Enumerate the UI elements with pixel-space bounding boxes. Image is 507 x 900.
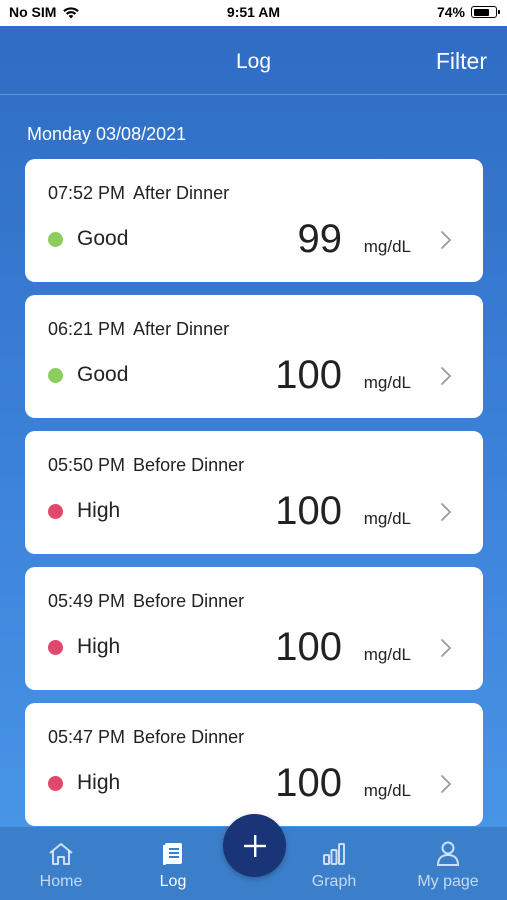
battery-fill — [473, 8, 490, 16]
entry-time-row: 05:49 PM Before Dinner — [48, 591, 244, 612]
glucose-unit: mg/dL — [363, 509, 411, 528]
entry-time: 05:47 PM — [48, 727, 126, 747]
date-header: Monday 03/08/2021 — [27, 124, 187, 144]
home-icon — [47, 841, 75, 867]
glucose-unit: mg/dL — [363, 781, 411, 800]
entry-time: 07:52 PM — [48, 183, 126, 203]
glucose-value: 99 — [297, 217, 343, 261]
status-label: High — [77, 635, 121, 658]
glucose-value: 100 — [275, 761, 342, 805]
chevron-right-icon — [441, 639, 451, 657]
status-left: No SIM — [9, 4, 80, 20]
entry-time-row: 07:52 PM After Dinner — [48, 183, 229, 204]
entry-time: 05:50 PM — [48, 455, 126, 475]
wifi-icon — [63, 6, 80, 18]
status-right: 74% — [436, 4, 500, 20]
entry-meal: Before Dinner — [133, 455, 245, 475]
log-icon — [159, 841, 187, 867]
chevron-right-icon — [441, 367, 451, 385]
entry-time: 06:21 PM — [48, 319, 126, 339]
tab-log-label: Log — [159, 873, 187, 890]
glucose-value: 100 — [275, 625, 342, 669]
entry-status: Good — [48, 227, 128, 251]
battery-percent: 74% — [436, 4, 465, 20]
log-entry-card[interactable]: 07:52 PM After Dinner Good 99 mg/dL — [25, 159, 483, 282]
chevron-right-icon — [441, 231, 451, 249]
status-label: High — [77, 499, 121, 522]
entry-meal: Before Dinner — [133, 727, 245, 747]
entry-meal: After Dinner — [133, 319, 230, 339]
filter-button[interactable]: Filter — [436, 48, 487, 75]
entry-time-row: 05:50 PM Before Dinner — [48, 455, 244, 476]
carrier-label: No SIM — [9, 4, 57, 20]
entry-status: High — [48, 635, 120, 659]
glucose-value: 100 — [275, 489, 342, 533]
tab-my-page-label: My page — [417, 873, 479, 890]
entry-list[interactable]: 07:52 PM After Dinner Good 99 mg/dL 06:21 PM A… — [25, 159, 483, 839]
tab-graph[interactable]: Graph — [284, 827, 384, 900]
status-label: Good — [77, 227, 129, 250]
entry-status: Good — [48, 363, 128, 387]
battery-tip — [498, 10, 500, 14]
chevron-right-icon — [441, 775, 451, 793]
status-label: Good — [77, 363, 129, 386]
tab-my-page[interactable]: My page — [398, 827, 498, 900]
status-dot-icon — [48, 639, 63, 655]
log-entry-card[interactable]: 05:49 PM Before Dinner High 100 mg/dL — [25, 567, 483, 690]
status-label: High — [77, 771, 121, 794]
entry-time-row: 05:47 PM Before Dinner — [48, 727, 244, 748]
status-dot-icon — [48, 231, 63, 247]
entry-meal: After Dinner — [133, 183, 230, 203]
status-dot-icon — [48, 367, 63, 383]
add-entry-button[interactable] — [223, 814, 286, 877]
entry-meal: Before Dinner — [133, 591, 245, 611]
plus-icon — [243, 834, 266, 857]
log-entry-card[interactable]: 06:21 PM After Dinner Good 100 mg/dL — [25, 295, 483, 418]
entry-status: High — [48, 771, 120, 795]
graph-icon — [320, 841, 348, 867]
glucose-unit: mg/dL — [363, 237, 411, 256]
tab-home[interactable]: Home — [11, 827, 111, 900]
page-title: Log — [235, 50, 272, 73]
tab-home-label: Home — [39, 873, 83, 890]
tab-graph-label: Graph — [311, 873, 357, 890]
status-dot-icon — [48, 503, 63, 519]
entry-time-row: 06:21 PM After Dinner — [48, 319, 229, 340]
status-bar: No SIM 9:51 AM 74% — [0, 0, 507, 26]
tab-log[interactable]: Log — [123, 827, 223, 900]
status-dot-icon — [48, 775, 63, 791]
glucose-unit: mg/dL — [363, 373, 411, 392]
person-icon — [434, 841, 462, 867]
glucose-value: 100 — [275, 353, 342, 397]
log-entry-card[interactable]: 05:47 PM Before Dinner High 100 mg/dL — [25, 703, 483, 826]
nav-bar: Log Filter — [0, 26, 507, 95]
entry-status: High — [48, 499, 120, 523]
entry-time: 05:49 PM — [48, 591, 126, 611]
battery-icon — [471, 6, 500, 18]
log-entry-card[interactable]: 05:50 PM Before Dinner High 100 mg/dL — [25, 431, 483, 554]
glucose-unit: mg/dL — [363, 645, 411, 664]
chevron-right-icon — [441, 503, 451, 521]
